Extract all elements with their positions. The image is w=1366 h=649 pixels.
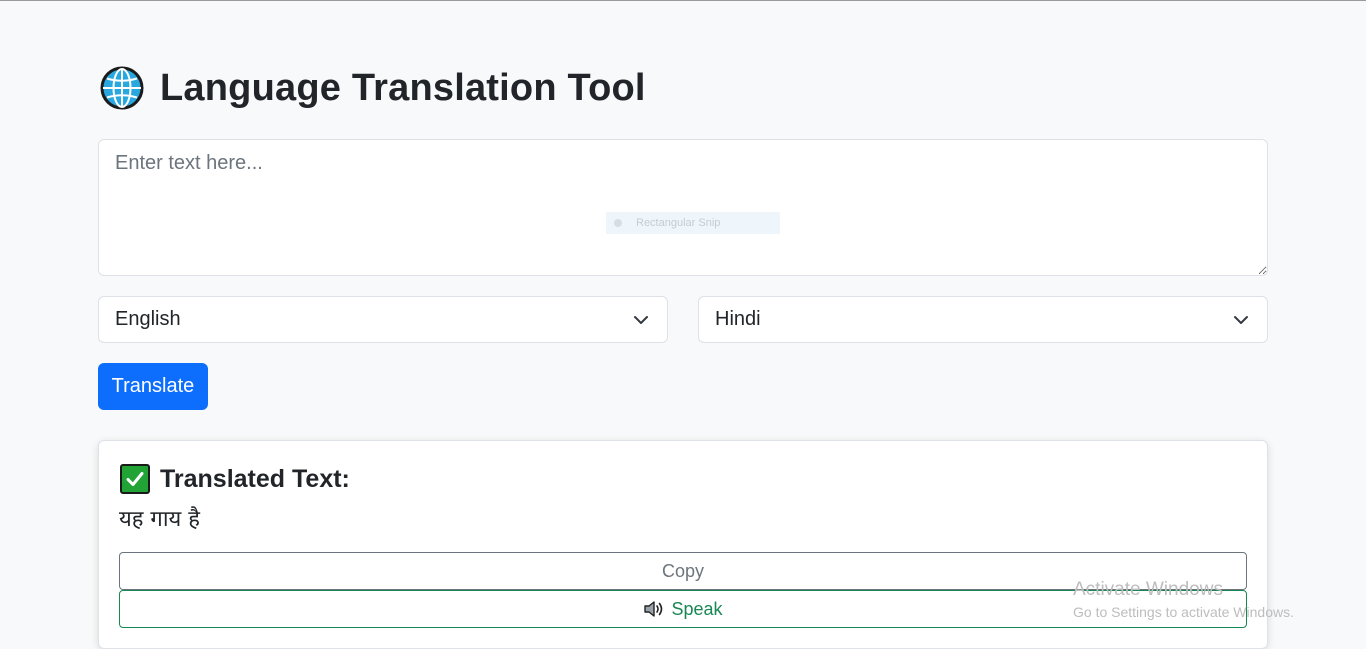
header: Language Translation Tool xyxy=(98,65,646,111)
chevron-down-icon xyxy=(1234,316,1248,324)
globe-icon xyxy=(100,66,144,110)
check-mark-icon xyxy=(120,464,150,494)
page-title: Language Translation Tool xyxy=(160,67,646,109)
snip-overlay: Rectangular Snip xyxy=(606,212,780,234)
target-language-select[interactable]: Hindi xyxy=(698,296,1268,343)
watermark-line-1: Activate Windows xyxy=(1073,579,1223,600)
result-heading: Translated Text: xyxy=(120,464,350,494)
speak-button-label: Speak xyxy=(671,598,723,619)
source-language-select[interactable]: English xyxy=(98,296,668,343)
snip-icon xyxy=(614,219,622,227)
speaker-icon xyxy=(644,601,663,617)
translate-button[interactable]: Translate xyxy=(98,363,208,410)
result-title: Translated Text: xyxy=(160,464,350,493)
target-language-value: Hindi xyxy=(715,308,761,330)
chevron-down-icon xyxy=(634,316,648,324)
translated-text: यह गाय है xyxy=(119,507,200,532)
activate-windows-watermark: Activate Windows Go to Settings to activ… xyxy=(1073,579,1294,621)
source-text-input[interactable] xyxy=(98,139,1268,276)
source-language-value: English xyxy=(115,308,181,330)
watermark-line-2: Go to Settings to activate Windows. xyxy=(1073,603,1294,620)
snip-overlay-label: Rectangular Snip xyxy=(636,217,721,229)
copy-button-label: Copy xyxy=(661,560,705,581)
